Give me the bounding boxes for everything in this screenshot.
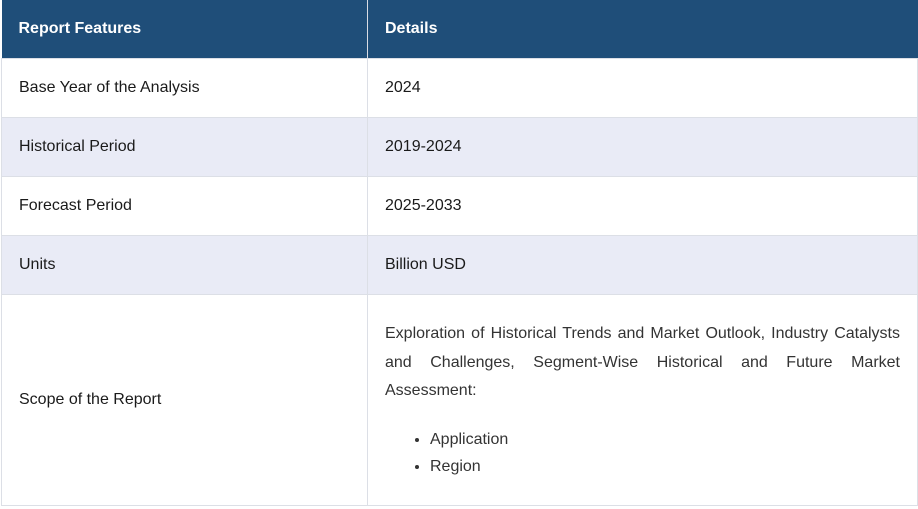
detail-cell: 2019-2024	[367, 117, 918, 177]
table-row-scope: Scope of the Report Exploration of Histo…	[1, 294, 918, 506]
detail-cell: 2025-2033	[367, 176, 918, 236]
feature-cell: Historical Period	[1, 117, 368, 177]
scope-detail-cell: Exploration of Historical Trends and Mar…	[367, 294, 918, 506]
scope-description: Exploration of Historical Trends and Mar…	[385, 325, 900, 400]
feature-cell: Scope of the Report	[1, 294, 368, 506]
feature-cell: Forecast Period	[1, 176, 368, 236]
header-report-features: Report Features	[1, 0, 368, 59]
feature-cell: Base Year of the Analysis	[1, 58, 368, 118]
table-header-row: Report Features Details	[1, 0, 918, 59]
table-row: Forecast Period 2025-2033	[1, 176, 918, 236]
scope-list: Application Region	[385, 426, 900, 480]
report-features-table: Report Features Details Base Year of the…	[1, 0, 918, 506]
table-row: Units Billion USD	[1, 235, 918, 295]
table-row: Base Year of the Analysis 2024	[1, 58, 918, 118]
list-item: Application	[430, 426, 900, 453]
detail-cell: 2024	[367, 58, 918, 118]
list-item: Region	[430, 453, 900, 480]
feature-cell: Units	[1, 235, 368, 295]
header-details: Details	[367, 0, 918, 59]
table-row: Historical Period 2019-2024	[1, 117, 918, 177]
detail-cell: Billion USD	[367, 235, 918, 295]
